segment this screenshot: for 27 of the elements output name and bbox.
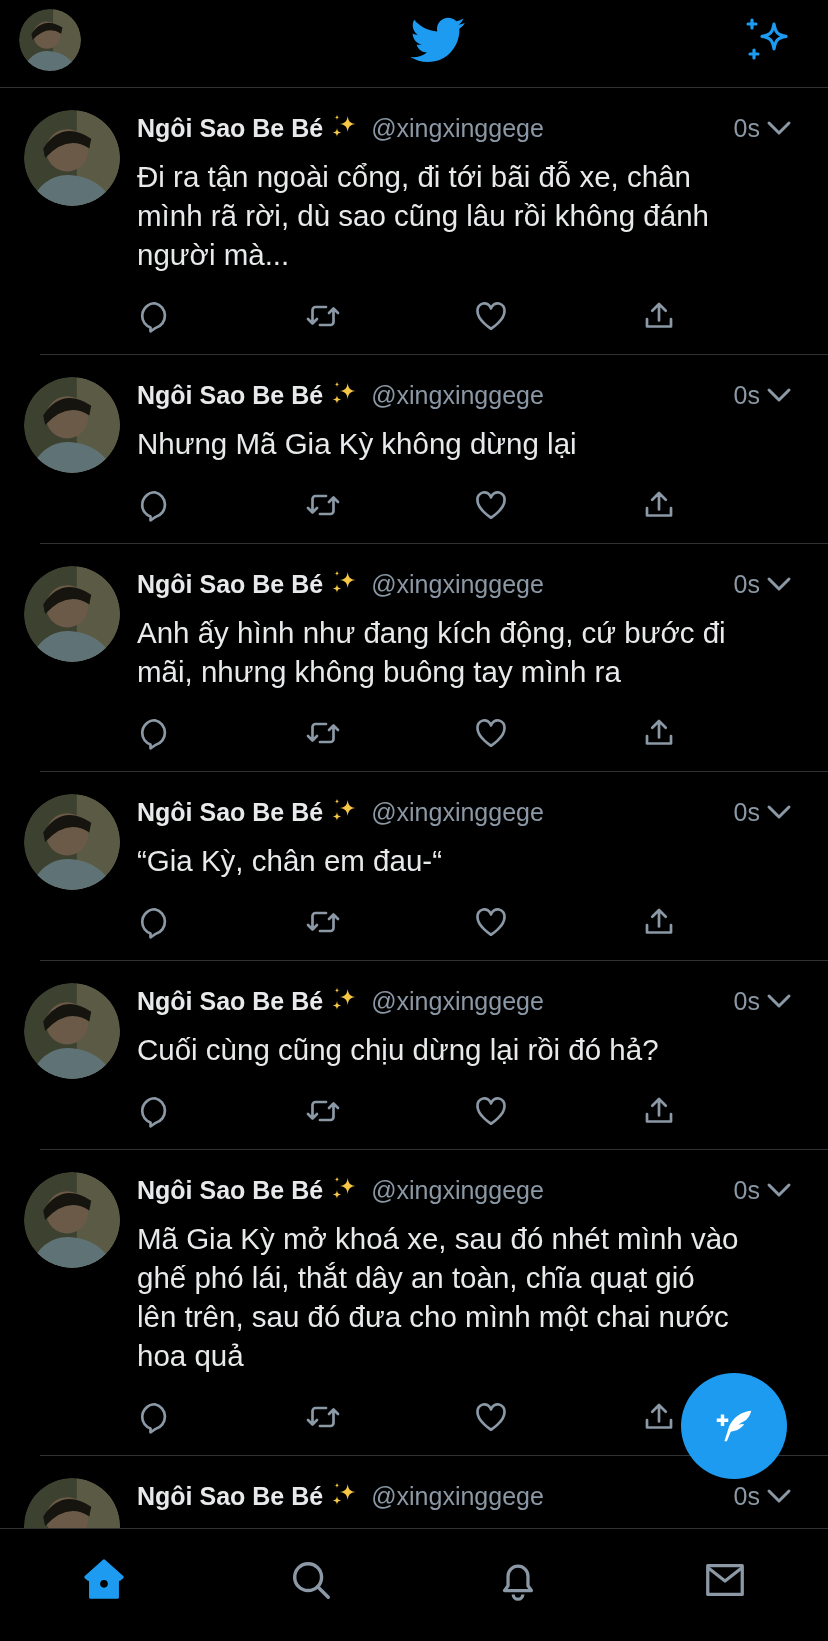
author-name: Ngôi Sao Be Bé [137,380,324,410]
author-handle: @xingxinggege [371,113,545,143]
author-name: Ngôi Sao Be Bé [137,1175,324,1205]
author-handle: @xingxinggege [371,569,545,599]
timestamp: 0s [733,569,760,599]
tweet-text: Anh ấy hình như đang kích động, cứ bước đi mãi, nhưng không buông tay mình ra [137,615,727,690]
author-handle: @xingxinggege [371,797,545,827]
author-name: Ngôi Sao Be Bé [137,986,324,1016]
tweet-text: “Gia Kỳ, chân em đau-“ [137,843,443,879]
author-handle: @xingxinggege [371,986,545,1016]
author-name: Ngôi Sao Be Bé [137,797,324,827]
author-name: Ngôi Sao Be Bé [137,1481,324,1511]
author-handle: @xingxinggege [371,380,545,410]
author-name: Ngôi Sao Be Bé [137,113,324,143]
timestamp: 0s [733,797,760,827]
timestamp: 0s [733,1175,760,1205]
tweet-text: Mã Gia Kỳ mở khoá xe, sau đó nhét mình vào ghế phó lái, thắt dây an toàn, chĩa quạt gió lên trên, sau đó đưa cho mình một chai nước hoa quả [137,1221,740,1374]
author-handle: @xingxinggege [371,1481,545,1511]
timestamp: 0s [733,380,760,410]
timestamp: 0s [733,113,760,143]
author-name: Ngôi Sao Be Bé [137,569,324,599]
tweet-text: Đi ra tận ngoài cổng, đi tới bãi đỗ xe, chân mình rã rời, dù sao cũng lâu rồi không đánh người mà... [137,159,710,273]
author-handle: @xingxinggege [371,1175,545,1205]
tweet-text: Cuối cùng cũng chịu dừng lại rồi đó hả? [137,1032,660,1068]
tweet-text: Nhưng Mã Gia Kỳ không dừng lại [137,426,578,462]
timestamp: 0s [733,986,760,1016]
timestamp: 0s [733,1481,760,1511]
